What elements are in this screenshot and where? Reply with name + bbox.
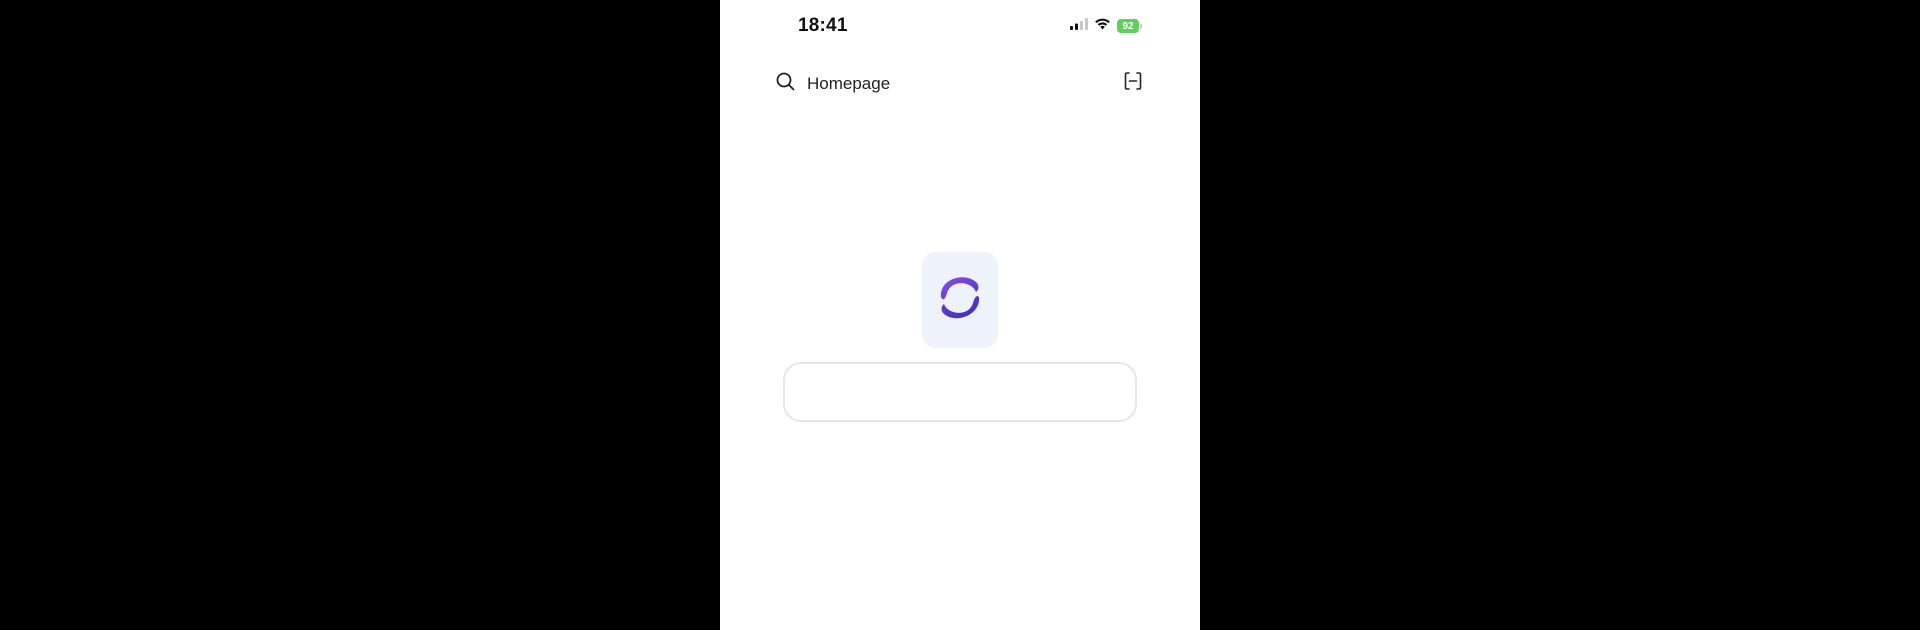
battery-tip xyxy=(1140,23,1142,29)
scan-button[interactable] xyxy=(1120,70,1146,96)
battery-level: 92 xyxy=(1117,19,1139,33)
cellular-signal-icon xyxy=(1070,17,1088,35)
status-indicators: 92 xyxy=(1070,17,1142,35)
phone-screen: 18:41 92 Homepage xyxy=(720,0,1200,630)
wifi-icon xyxy=(1094,17,1111,35)
search-label[interactable]: Homepage xyxy=(807,74,890,94)
status-bar: 18:41 92 xyxy=(720,0,1200,54)
search-icon[interactable] xyxy=(776,72,795,96)
app-logo xyxy=(922,252,998,348)
status-time: 18:41 xyxy=(798,15,848,36)
search-bar[interactable]: Homepage xyxy=(776,70,890,98)
scan-icon[interactable] xyxy=(1124,71,1142,96)
battery-icon: 92 xyxy=(1117,19,1142,33)
prompt-input[interactable] xyxy=(783,362,1137,422)
app-logo-icon xyxy=(935,267,985,334)
